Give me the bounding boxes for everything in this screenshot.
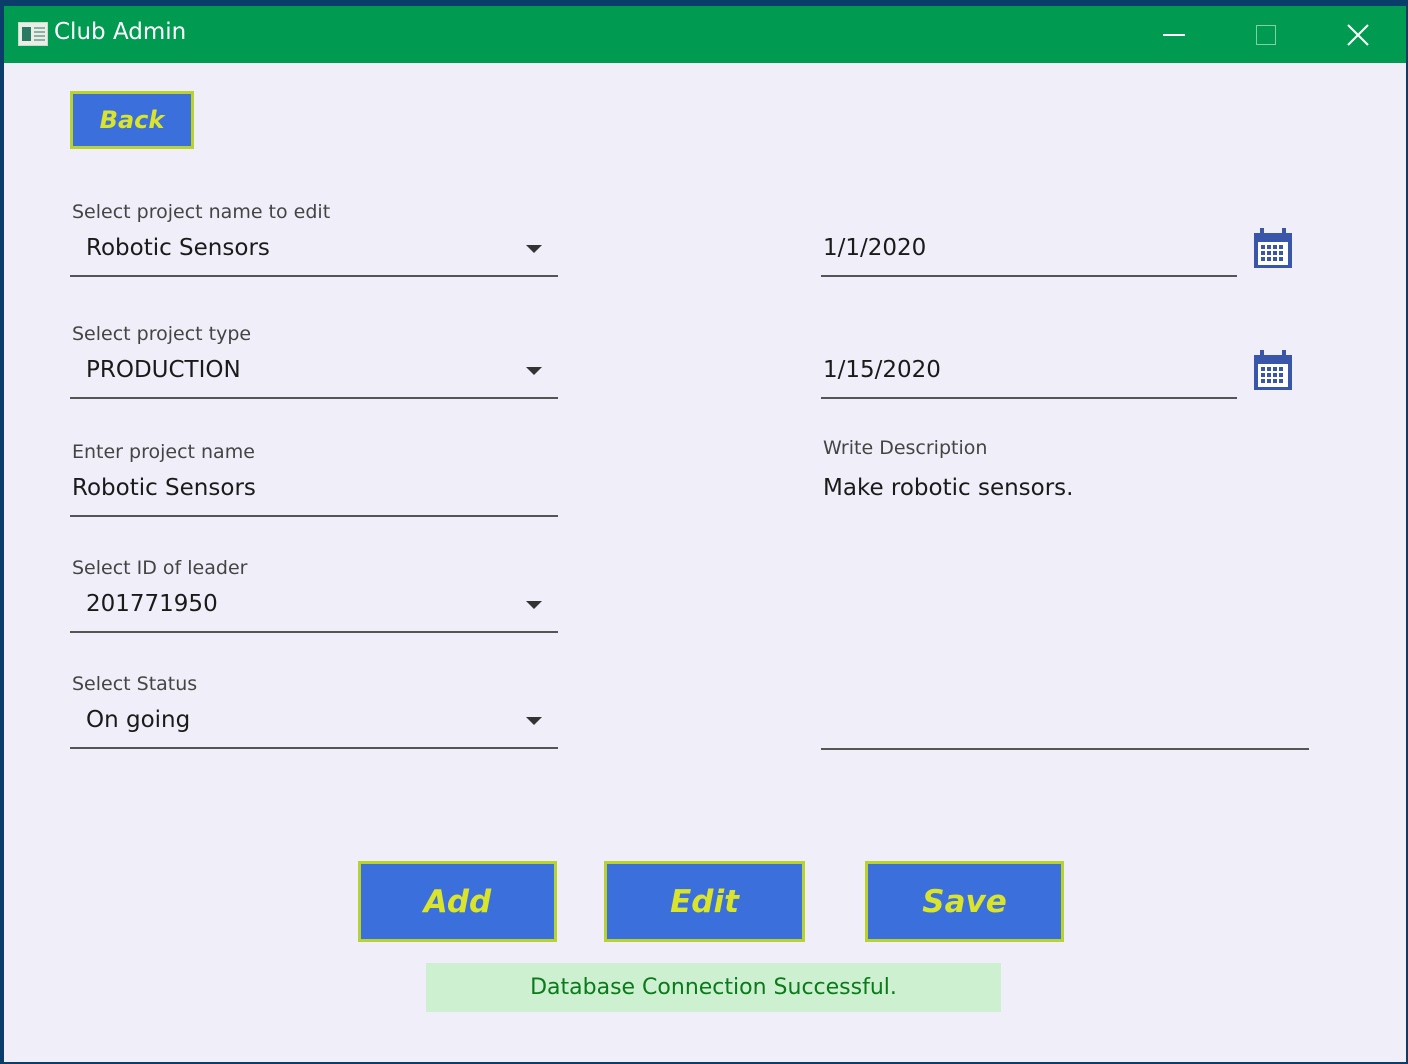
status-message: Database Connection Successful.: [426, 963, 1001, 1012]
maximize-button[interactable]: [1220, 6, 1312, 63]
project-name-label: Enter project name: [72, 441, 255, 463]
project-name-underline: [70, 515, 558, 517]
start-date-value: 1/1/2020: [823, 235, 927, 261]
leader-id-value: 201771950: [86, 591, 218, 617]
start-date-underline: [821, 275, 1237, 277]
edit-button[interactable]: Edit: [604, 861, 805, 942]
chevron-down-icon: [526, 601, 542, 609]
project-type-value: PRODUCTION: [86, 357, 241, 383]
minimize-icon: [1163, 33, 1185, 36]
project-type-label: Select project type: [72, 323, 252, 345]
end-date-value: 1/15/2020: [823, 357, 941, 383]
title-bar[interactable]: Club Admin: [4, 6, 1406, 63]
chevron-down-icon: [526, 717, 542, 725]
description-underline: [821, 748, 1309, 750]
minimize-button[interactable]: [1128, 6, 1220, 63]
description-value: Make robotic sensors.: [823, 475, 1074, 501]
add-button[interactable]: Add: [358, 861, 557, 942]
close-icon: [1347, 23, 1369, 46]
description-label: Write Description: [823, 437, 988, 459]
end-date-underline: [821, 397, 1237, 399]
calendar-icon[interactable]: [1253, 349, 1293, 391]
status-value: On going: [86, 707, 191, 733]
project-type-underline: [70, 397, 558, 399]
project-name-value: Robotic Sensors: [72, 475, 256, 501]
save-button[interactable]: Save: [865, 861, 1064, 942]
chevron-down-icon: [526, 245, 542, 253]
club-admin-window: Club Admin Back Select project name to e…: [4, 6, 1406, 1062]
close-button[interactable]: [1312, 6, 1404, 63]
chevron-down-icon: [526, 367, 542, 375]
calendar-icon[interactable]: [1253, 227, 1293, 269]
status-label: Select Status: [72, 673, 198, 695]
back-button[interactable]: Back: [70, 91, 194, 149]
project-select-label: Select project name to edit: [72, 201, 331, 223]
leader-id-label: Select ID of leader: [72, 557, 248, 579]
leader-id-underline: [70, 631, 558, 633]
project-select-value: Robotic Sensors: [86, 235, 270, 261]
maximize-icon: [1256, 24, 1276, 45]
status-underline: [70, 747, 558, 749]
window-title: Club Admin: [54, 19, 187, 45]
project-select-underline: [70, 275, 558, 277]
app-icon: [18, 22, 48, 46]
